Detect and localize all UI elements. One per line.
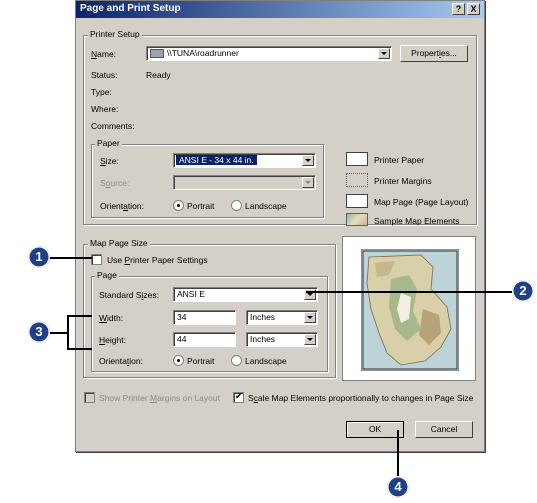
height-input[interactable]: 44 — [173, 332, 236, 347]
page-preview — [342, 236, 476, 381]
width-value: 34 — [177, 312, 187, 322]
ok-button[interactable]: OK — [346, 421, 404, 438]
help-button[interactable]: ? — [452, 3, 465, 15]
page-portrait-radio[interactable] — [173, 355, 184, 366]
paper-source-label: Source: — [100, 178, 130, 188]
callout-2-leader — [306, 291, 518, 293]
callout-3-leader — [50, 332, 68, 334]
printer-icon — [150, 49, 164, 58]
paper-landscape-label[interactable]: Landscape — [245, 201, 287, 211]
where-label: Where: — [91, 104, 119, 114]
page-legend: Page — [95, 270, 119, 280]
width-label: Width: — [99, 313, 124, 323]
chevron-down-icon[interactable] — [304, 334, 316, 345]
chevron-down-icon[interactable] — [302, 177, 314, 188]
paper-legend: Paper — [95, 138, 122, 148]
paper-portrait-radio[interactable] — [173, 200, 184, 211]
paper-landscape-radio[interactable] — [231, 200, 242, 211]
sample-map-image — [361, 249, 459, 371]
printer-name-select[interactable]: \\TUNA\roadrunner — [146, 46, 392, 61]
legend-map-page: Map Page (Page Layout) — [374, 197, 469, 207]
paper-orientation-label: Orientation: — [100, 201, 144, 211]
callout-3-bracket — [67, 315, 69, 349]
height-unit-value: Inches — [250, 334, 276, 344]
legend-printer-margins: Printer Margins — [374, 176, 432, 186]
standard-sizes-label: Standard Sizes: — [99, 290, 160, 300]
callout-3-bracket-top — [67, 315, 92, 317]
legend-printer-paper: Printer Paper — [374, 155, 425, 165]
scale-map-elements-label[interactable]: Scale Map Elements proportionally to cha… — [248, 393, 473, 403]
use-printer-paper-checkbox[interactable] — [91, 254, 102, 265]
callout-1-leader — [46, 257, 92, 259]
status-label: Status: — [91, 70, 118, 80]
page-portrait-label[interactable]: Portrait — [187, 356, 214, 366]
printer-setup-legend: Printer Setup — [88, 29, 142, 39]
paper-size-select[interactable]: ANSI E - 34 x 44 in. — [173, 153, 316, 168]
type-label: Type: — [91, 87, 112, 97]
callout-4: 4 — [387, 476, 409, 498]
comments-label: Comments: — [91, 121, 135, 131]
close-button[interactable]: X — [467, 3, 480, 15]
paper-size-value: ANSI E - 34 x 44 in. — [176, 155, 257, 165]
chevron-down-icon[interactable] — [302, 155, 314, 166]
chevron-down-icon[interactable] — [304, 312, 316, 323]
use-printer-paper-label[interactable]: Use Printer Paper Settings — [107, 255, 208, 265]
standard-sizes-select[interactable]: ANSI E — [173, 287, 318, 302]
properties-button[interactable]: Properties... — [400, 45, 468, 62]
page-orientation-label: Orientation: — [99, 356, 143, 366]
paper-portrait-label[interactable]: Portrait — [187, 201, 214, 211]
show-printer-margins-label[interactable]: Show Printer Margins on Layout — [99, 393, 220, 403]
printer-margins-swatch — [346, 173, 368, 187]
standard-sizes-value: ANSI E — [177, 289, 205, 299]
callout-4-leader — [397, 430, 399, 478]
legend-sample-map-elements: Sample Map Elements — [374, 216, 460, 226]
printer-name-value: \\TUNA\roadrunner — [167, 48, 239, 58]
paper-source-select[interactable] — [173, 175, 316, 190]
printer-paper-swatch — [346, 152, 368, 166]
callout-3-bracket-bottom — [67, 348, 92, 350]
paper-size-label: Size: — [100, 156, 119, 166]
width-input[interactable]: 34 — [173, 310, 236, 325]
width-unit-select[interactable]: Inches — [246, 310, 318, 325]
page-landscape-label[interactable]: Landscape — [245, 356, 287, 366]
chevron-down-icon[interactable] — [378, 48, 390, 59]
page-print-setup-dialog: Page and Print Setup ? X Printer Setup N… — [75, 0, 485, 452]
show-printer-margins-checkbox[interactable] — [84, 392, 95, 403]
status-value: Ready — [146, 70, 171, 80]
width-unit-value: Inches — [250, 312, 276, 322]
height-value: 44 — [177, 334, 187, 344]
height-label: Height: — [99, 335, 126, 345]
cancel-button[interactable]: Cancel — [415, 421, 473, 438]
dialog-title: Page and Print Setup — [80, 3, 181, 14]
map-page-swatch — [346, 194, 368, 208]
callout-1: 1 — [28, 246, 50, 268]
scale-map-elements-checkbox[interactable] — [233, 391, 244, 403]
callout-2: 2 — [512, 280, 534, 302]
page-landscape-radio[interactable] — [231, 355, 242, 366]
map-page-size-legend: Map Page Size — [88, 238, 150, 248]
title-bar[interactable]: Page and Print Setup ? X — [76, 1, 484, 18]
callout-3: 3 — [28, 321, 50, 343]
printer-name-label: Name: — [91, 49, 117, 59]
height-unit-select[interactable]: Inches — [246, 332, 318, 347]
sample-map-elements-swatch — [346, 213, 368, 226]
